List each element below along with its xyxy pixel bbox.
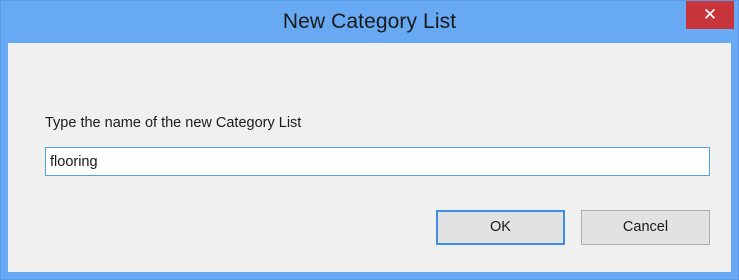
dialog-body: Type the name of the new Category List O… — [8, 43, 731, 272]
new-category-list-dialog: New Category List ✕ Type the name of the… — [0, 0, 739, 280]
cancel-button[interactable]: Cancel — [581, 210, 710, 245]
title-bar: New Category List ✕ — [1, 1, 738, 43]
close-button[interactable]: ✕ — [686, 1, 734, 29]
name-prompt-label: Type the name of the new Category List — [45, 115, 302, 131]
dialog-title: New Category List — [282, 10, 457, 33]
close-icon: ✕ — [702, 5, 718, 24]
ok-button[interactable]: OK — [436, 210, 565, 245]
category-list-name-input[interactable] — [45, 147, 710, 176]
